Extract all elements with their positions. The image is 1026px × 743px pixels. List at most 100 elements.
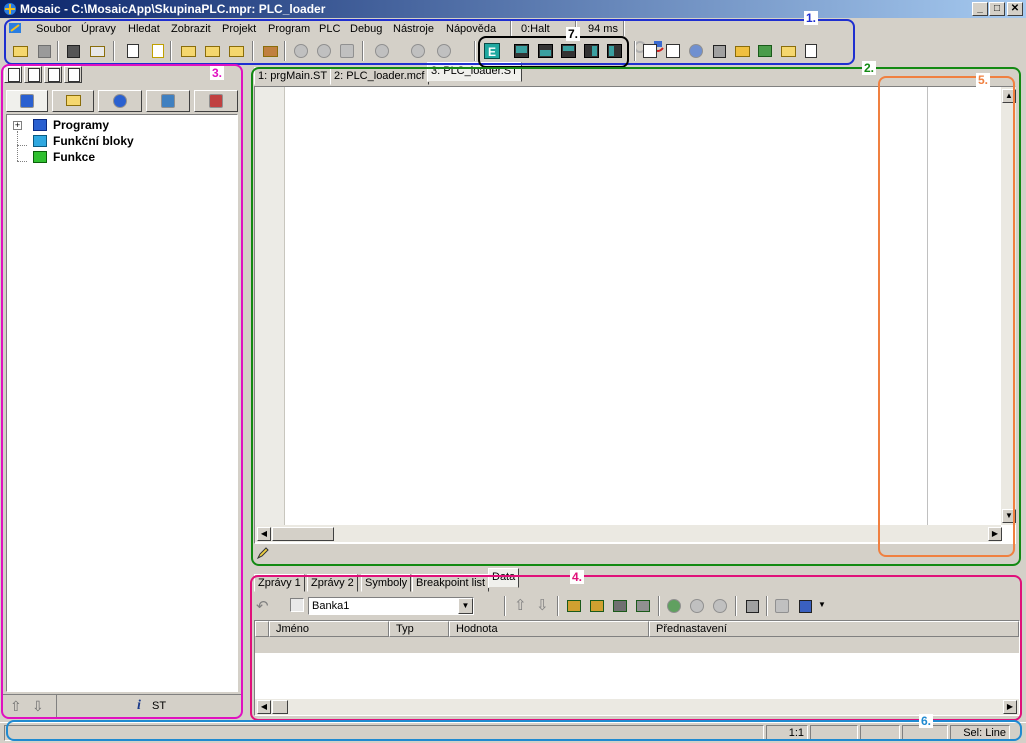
layout-right-button[interactable] [604,41,624,61]
tab-zpravy-1[interactable]: Zprávy 1 [254,574,305,592]
force-button[interactable] [772,596,792,616]
bank-checkbox[interactable] [290,598,304,612]
menu-plc[interactable]: PLC [319,21,340,37]
note-button[interactable] [687,596,707,616]
run-button[interactable] [291,41,311,61]
scroll-down-button[interactable]: ▼ [1002,509,1016,523]
compile-button[interactable] [260,41,280,61]
global-category-button[interactable] [98,90,142,112]
menu-soubor[interactable]: Soubor [36,21,71,37]
library-button[interactable] [640,41,660,61]
menu-nastroje[interactable]: Nástroje [393,21,434,37]
grid-scroll-thumb[interactable] [272,700,288,714]
tab-plc-loader-mcf[interactable]: 2: PLC_loader.mcf [330,67,429,85]
close-button[interactable]: ✕ [1007,2,1023,16]
tree-item-programs[interactable]: Programy [53,118,109,132]
edit-pencil-icon[interactable] [256,546,270,560]
column-header-preset[interactable]: Přednastavení [649,621,1019,637]
network-button[interactable] [686,41,706,61]
debug-a-button[interactable] [372,41,392,61]
export-button[interactable] [778,41,798,61]
add-variable-button[interactable] [564,596,584,616]
io-config-button[interactable] [663,41,683,61]
hardware-category-button[interactable] [146,90,190,112]
tab-plc-loader-st[interactable]: 3: PLC_loader.ST [427,62,522,82]
library-view-tab[interactable] [64,66,82,83]
save-button[interactable] [34,41,54,61]
monitor-button[interactable] [709,41,729,61]
stop-button[interactable] [314,41,334,61]
open-file-button[interactable] [87,41,107,61]
column-header-value[interactable]: Hodnota [449,621,649,637]
code-editor[interactable]: ▲ ▼ ◀ ▶ [254,86,1016,544]
copy-button[interactable] [123,41,143,61]
tab-data[interactable]: Data [488,568,520,588]
layout-top-button[interactable] [535,41,555,61]
open-project-button[interactable] [10,41,30,61]
tree-item-function-blocks[interactable]: Funkční bloky [53,134,134,148]
table-button[interactable] [742,596,762,616]
horizontal-scrollbar[interactable] [255,525,1001,542]
move-up-icon[interactable]: ⇧ [514,596,527,614]
layout-e-button[interactable]: E [482,41,502,61]
library-category-button[interactable] [194,90,238,112]
watch-button[interactable] [664,596,684,616]
grid-scroll-left-button[interactable]: ◀ [257,700,271,714]
column-header-type[interactable]: Typ [389,621,449,637]
remove-variable-button[interactable] [610,596,630,616]
info-icon[interactable]: i [137,698,141,714]
maximize-button[interactable]: □ [989,2,1005,16]
menu-debug[interactable]: Debug [350,21,382,37]
step-button[interactable] [337,41,357,61]
folder-export-button[interactable] [226,41,246,61]
menu-program[interactable]: Program [268,21,310,37]
debug-c-button[interactable] [434,41,454,61]
tab-prgmain[interactable]: 1: prgMain.ST [254,67,332,85]
windows-button[interactable] [801,41,821,61]
bank-select[interactable]: Banka1 [308,597,474,615]
files-view-tab[interactable] [4,66,22,83]
minimize-button[interactable]: _ [972,2,988,16]
insert-variable-button[interactable] [587,596,607,616]
move-up-icon[interactable]: ⇧ [10,698,22,715]
menu-zobrazit[interactable]: Zobrazit [171,21,211,37]
tab-zpravy-2[interactable]: Zprávy 2 [307,574,358,592]
vertical-scrollbar[interactable] [1001,87,1016,525]
scroll-up-button[interactable]: ▲ [1002,89,1016,103]
menu-upravy[interactable]: Úpravy [81,21,116,37]
debug-b-button[interactable] [408,41,428,61]
programs-category-button[interactable] [6,90,48,112]
bank-select-dropdown-icon[interactable]: ▼ [458,598,473,614]
panel-button[interactable] [732,41,752,61]
mosaic-app-icon[interactable] [3,2,17,16]
layout-left-button[interactable] [581,41,601,61]
clear-variables-button[interactable] [633,596,653,616]
menu-projekt[interactable]: Projekt [222,21,256,37]
tree-item-functions[interactable]: Funkce [53,150,95,164]
folder-new-button[interactable] [178,41,198,61]
undo-icon[interactable]: ↶ [256,597,269,615]
tab-breakpoint-list[interactable]: Breakpoint list [412,574,490,592]
move-down-icon[interactable]: ⇩ [32,698,44,715]
move-down-icon[interactable]: ⇩ [536,596,549,614]
layout-split-button[interactable] [558,41,578,61]
tab-symboly[interactable]: Symboly [361,574,412,592]
horizontal-scroll-thumb[interactable] [272,527,334,541]
format-dropdown-icon[interactable]: ▼ [818,600,826,609]
folders-category-button[interactable] [52,90,94,112]
save-all-button[interactable] [63,41,83,61]
grid-scroll-right-button[interactable]: ▶ [1003,700,1017,714]
copy-view-tab[interactable] [44,66,62,83]
doc-menu-icon[interactable] [7,20,23,36]
scroll-right-button[interactable]: ▶ [988,527,1002,541]
folder-up-button[interactable] [202,41,222,61]
new-doc-button[interactable] [148,41,168,61]
expand-toggle-icon[interactable]: + [13,121,22,130]
format-button[interactable] [795,596,815,616]
menu-hledat[interactable]: Hledat [128,21,160,37]
graph-button[interactable] [755,41,775,61]
scroll-left-button[interactable]: ◀ [257,527,271,541]
settings-button[interactable] [710,596,730,616]
menu-napoveda[interactable]: Nápověda [446,21,496,37]
windows-view-tab[interactable] [24,66,42,83]
